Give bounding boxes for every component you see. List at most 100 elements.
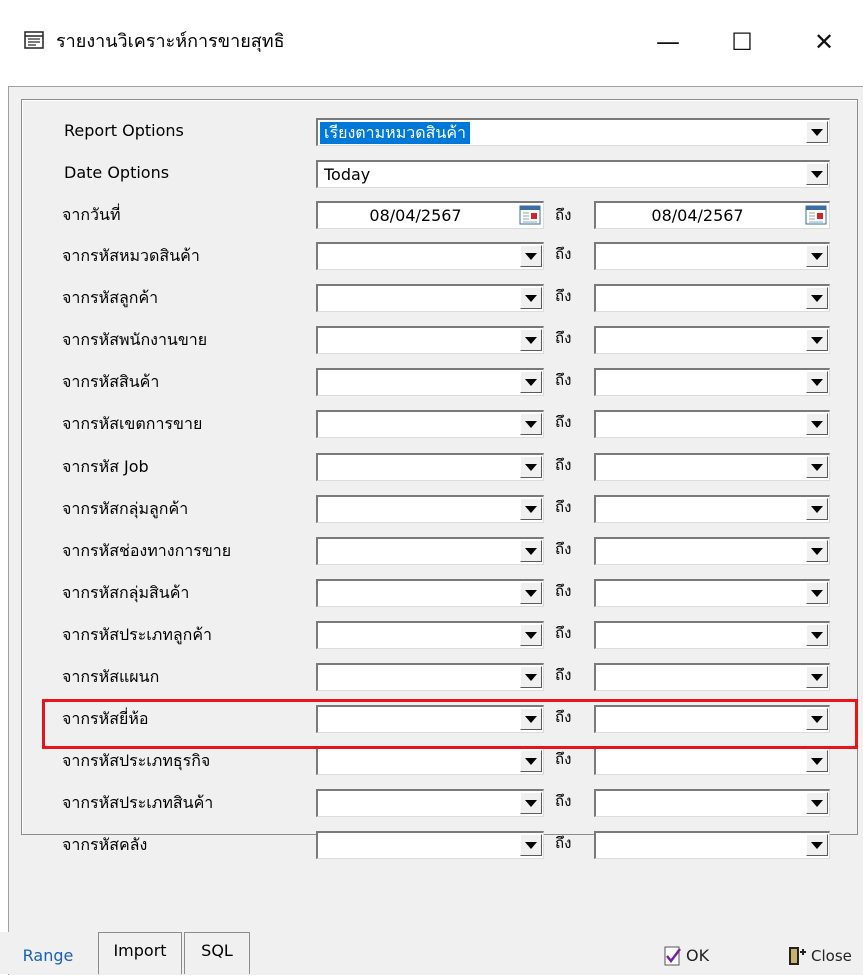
range-to-select[interactable] [594,368,830,396]
range-from-select[interactable] [316,789,544,817]
calendar-icon[interactable] [519,205,541,225]
dropdown-button[interactable] [806,245,828,267]
range-to-label: ถึง [555,498,572,516]
chevron-down-icon [525,336,537,344]
dropdown-button[interactable] [520,371,542,393]
range-row-label: จากรหัสประเภทธุรกิจ [62,751,211,770]
range-row-label: จากรหัส Job [62,457,149,476]
chevron-down-icon [525,294,537,302]
range-from-select[interactable] [316,747,544,775]
date-from-input[interactable]: 08/04/2567 [316,201,544,229]
chevron-down-icon [811,673,823,681]
range-from-select[interactable] [316,242,544,270]
chevron-down-icon [525,463,537,471]
dropdown-button[interactable] [806,792,828,814]
close-window-button[interactable]: ✕ [800,22,848,62]
dropdown-button[interactable] [806,329,828,351]
dropdown-button[interactable] [520,287,542,309]
range-to-select[interactable] [594,831,830,859]
range-from-select[interactable] [316,368,544,396]
range-to-label: ถึง [555,666,572,684]
ok-button[interactable]: OK [664,944,709,968]
dropdown-button[interactable] [520,456,542,478]
range-to-select[interactable] [594,663,830,691]
range-from-select[interactable] [316,284,544,312]
range-row-label: จากรหัสพนักงานขาย [62,330,208,349]
range-to-select[interactable] [594,579,830,607]
exit-door-icon [789,947,806,965]
calendar-icon[interactable] [805,205,827,225]
dropdown-button[interactable] [520,750,542,772]
dropdown-button[interactable] [520,666,542,688]
range-from-select[interactable] [316,495,544,523]
range-to-label: ถึง [555,792,572,810]
dropdown-button[interactable] [806,666,828,688]
range-to-select[interactable] [594,537,830,565]
dropdown-button[interactable] [520,540,542,562]
date-to-input[interactable]: 08/04/2567 [594,201,830,229]
range-from-select[interactable] [316,453,544,481]
dropdown-button[interactable] [520,834,542,856]
close-button[interactable]: Close [787,944,852,968]
range-from-select[interactable] [316,831,544,859]
date-options-select[interactable]: Today [316,160,830,188]
chevron-down-icon [811,799,823,807]
dropdown-button[interactable] [806,121,828,143]
dropdown-button[interactable] [806,456,828,478]
range-from-select[interactable] [316,537,544,565]
tab-sql-label: SQL [201,941,233,960]
range-to-select[interactable] [594,242,830,270]
range-to-select[interactable] [594,453,830,481]
tab-import-label: Import [113,941,167,960]
dropdown-button[interactable] [520,498,542,520]
range-row-label: จากรหัสหมวดสินค้า [62,246,200,265]
chevron-down-icon [525,547,537,555]
range-to-select[interactable] [594,326,830,354]
dropdown-button[interactable] [520,413,542,435]
chevron-down-icon [811,547,823,555]
minimize-button[interactable]: — [644,22,692,62]
range-to-select[interactable] [594,284,830,312]
dropdown-button[interactable] [520,582,542,604]
dropdown-button[interactable] [806,540,828,562]
range-to-label: ถึง [555,245,572,263]
range-to-select[interactable] [594,495,830,523]
ok-label: OK [686,946,710,965]
range-row-label: จากรหัสประเภทสินค้า [62,793,214,812]
dropdown-button[interactable] [520,245,542,267]
dropdown-button[interactable] [806,624,828,646]
tab-import[interactable]: Import [98,932,182,974]
range-to-select[interactable] [594,410,830,438]
dropdown-button[interactable] [520,329,542,351]
report-options-select[interactable]: เรียงตามหมวดสินค้า [316,118,830,146]
dropdown-button[interactable] [806,750,828,772]
range-row-label: จากรหัสเขตการขาย [62,414,203,433]
tab-range-label: Range [22,946,74,965]
range-to-select[interactable] [594,747,830,775]
dropdown-button[interactable] [806,413,828,435]
dropdown-button[interactable] [806,498,828,520]
range-from-select[interactable] [316,410,544,438]
dropdown-button[interactable] [806,834,828,856]
range-from-select[interactable] [316,326,544,354]
dropdown-button[interactable] [806,371,828,393]
dropdown-button[interactable] [520,624,542,646]
dropdown-button[interactable] [806,582,828,604]
range-to-label: ถึง [555,540,572,558]
range-from-select[interactable] [316,621,544,649]
range-from-select[interactable] [316,663,544,691]
chevron-down-icon [525,505,537,513]
chevron-down-icon [525,420,537,428]
dropdown-button[interactable] [806,287,828,309]
chevron-down-icon [811,378,823,386]
range-to-select[interactable] [594,621,830,649]
maximize-button[interactable]: ☐ [718,22,766,62]
report-icon [24,31,44,49]
dropdown-button[interactable] [806,163,828,185]
chevron-down-icon [811,463,823,471]
range-from-select[interactable] [316,579,544,607]
dropdown-button[interactable] [520,792,542,814]
tab-sql[interactable]: SQL [184,932,250,974]
range-to-select[interactable] [594,789,830,817]
tab-range[interactable]: Range [0,932,96,974]
